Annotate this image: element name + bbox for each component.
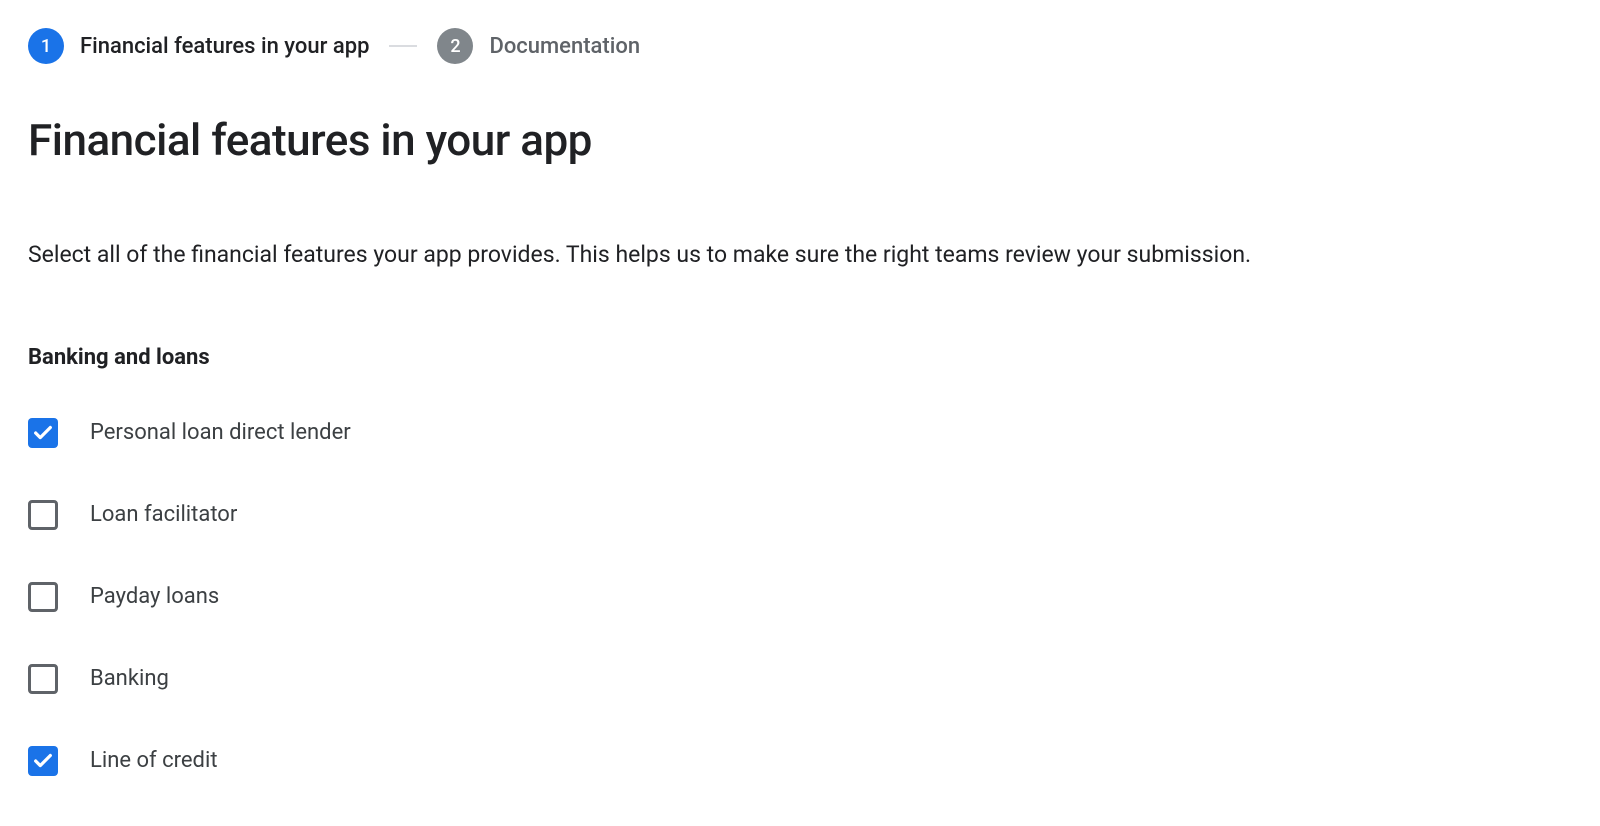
checkbox-row-banking[interactable]: Banking — [28, 664, 1572, 694]
step-1-number: 1 — [41, 36, 51, 57]
checkbox-row-loan-facilitator[interactable]: Loan facilitator — [28, 500, 1572, 530]
checkbox-row-payday-loans[interactable]: Payday loans — [28, 582, 1572, 612]
step-2-label: Documentation — [489, 34, 640, 59]
checkbox-label-payday-loans: Payday loans — [90, 584, 219, 609]
checkbox-loan-facilitator[interactable] — [28, 500, 58, 530]
step-1-circle: 1 — [28, 28, 64, 64]
section-header: Banking and loans — [28, 345, 1572, 370]
check-icon — [32, 422, 54, 444]
stepper: 1 Financial features in your app 2 Docum… — [28, 28, 1572, 64]
page-title: Financial features in your app — [28, 114, 1572, 166]
step-1-label: Financial features in your app — [80, 34, 369, 59]
checkbox-row-line-of-credit[interactable]: Line of credit — [28, 746, 1572, 776]
checkbox-row-personal-loan[interactable]: Personal loan direct lender — [28, 418, 1572, 448]
page-description: Select all of the financial features you… — [28, 238, 1572, 273]
checkbox-banking[interactable] — [28, 664, 58, 694]
step-2-number: 2 — [450, 36, 460, 57]
checkbox-label-personal-loan: Personal loan direct lender — [90, 420, 351, 445]
check-icon — [32, 750, 54, 772]
checkbox-payday-loans[interactable] — [28, 582, 58, 612]
checkbox-label-banking: Banking — [90, 666, 169, 691]
checkbox-label-line-of-credit: Line of credit — [90, 748, 218, 773]
step-divider — [389, 45, 417, 47]
step-2[interactable]: 2 Documentation — [437, 28, 640, 64]
checkbox-line-of-credit[interactable] — [28, 746, 58, 776]
step-1[interactable]: 1 Financial features in your app — [28, 28, 369, 64]
checkbox-personal-loan[interactable] — [28, 418, 58, 448]
step-2-circle: 2 — [437, 28, 473, 64]
checkbox-label-loan-facilitator: Loan facilitator — [90, 502, 237, 527]
